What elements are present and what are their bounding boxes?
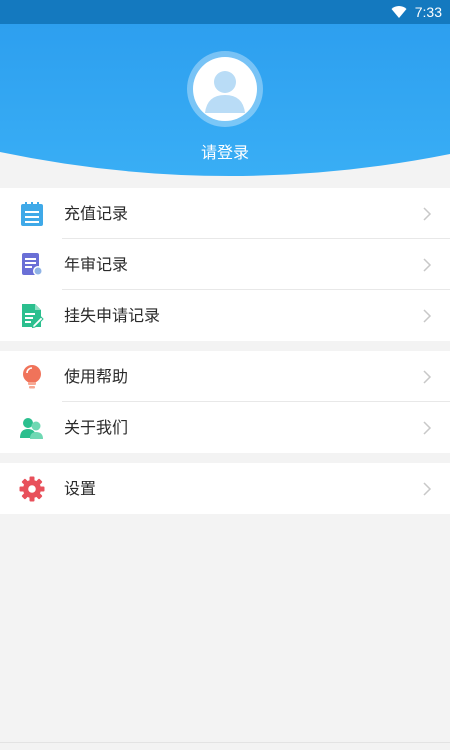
menu-item-label: 设置 [64, 479, 97, 498]
bottom-divider [0, 742, 450, 743]
lightbulb-icon [19, 364, 45, 390]
wifi-icon [391, 5, 407, 19]
chevron-right-icon [423, 421, 432, 435]
chevron-right-icon [423, 207, 432, 221]
menu-item-label: 关于我们 [64, 418, 129, 437]
menu-item-help[interactable]: 使用帮助 [0, 351, 450, 402]
menu-item-annual-review-records[interactable]: 年审记录 [0, 239, 450, 290]
document-stamp-icon [19, 252, 45, 278]
document-edit-icon [19, 303, 45, 329]
people-icon [19, 415, 45, 441]
menu-item-label: 使用帮助 [64, 367, 129, 386]
clipboard-icon [19, 201, 45, 227]
avatar[interactable] [187, 51, 263, 127]
profile-header: 请登录 [0, 24, 450, 180]
menu-item-settings[interactable]: 设置 [0, 463, 450, 514]
menu-item-label: 挂失申请记录 [64, 306, 161, 325]
chevron-right-icon [423, 482, 432, 496]
menu-item-label: 年审记录 [64, 255, 129, 274]
chevron-right-icon [423, 309, 432, 323]
chevron-right-icon [423, 370, 432, 384]
chevron-right-icon [423, 258, 432, 272]
login-link[interactable]: 请登录 [0, 139, 450, 163]
gear-icon [19, 476, 45, 502]
menu-item-about-us[interactable]: 关于我们 [0, 402, 450, 453]
avatar-icon [205, 71, 245, 113]
menu-group-settings: 设置 [0, 463, 450, 514]
menu-group-records: 充值记录 年审记录 挂失申请记录 [0, 188, 450, 341]
menu-group-info: 使用帮助 关于我们 [0, 351, 450, 453]
menu-item-label: 充值记录 [64, 204, 129, 223]
menu-item-loss-report-records[interactable]: 挂失申请记录 [0, 290, 450, 341]
status-time: 7:33 [414, 4, 442, 20]
menu-item-recharge-records[interactable]: 充值记录 [0, 188, 450, 239]
status-bar: 7:33 [0, 0, 450, 24]
